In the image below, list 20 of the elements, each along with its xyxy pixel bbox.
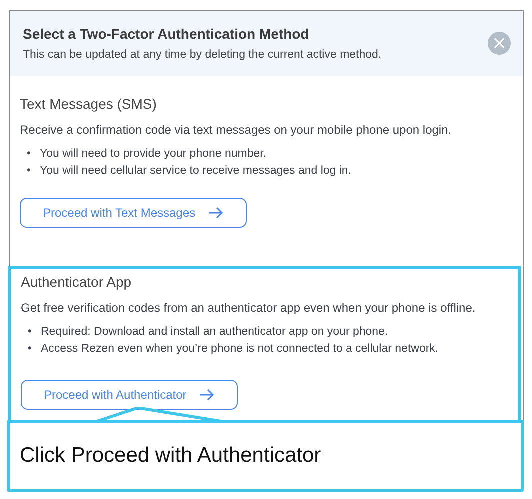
requirement-item: Required: Download and install an authenticator app on your phone. [41,325,388,340]
requirement-item: Access Rezen even when you’re phone is not connected to a cellular network. [41,342,439,357]
proceed-button[interactable]: Proceed with Authenticator [21,380,238,410]
bullet-marker: • [28,342,34,357]
bullet-marker: • [27,147,32,162]
arrow-right-icon [208,207,224,219]
method-title: Authenticator App [21,274,133,290]
requirement-item: You will need to provide your phone number. [40,147,267,162]
bullet-marker: • [27,164,32,179]
method-description: Get free verification codes from an authenticator app even when your phone is offline. [21,301,477,315]
method-title: Text Messages (SMS) [20,96,158,112]
close-button[interactable]: × [488,32,511,55]
callout-text: Click Proceed with Authenticator [20,444,322,468]
dialog-title: Select a Two-Factor Authentication Method [23,26,310,42]
arrow-right-icon [198,389,215,401]
dialog-subtitle: This can be updated at any time by deleting the current active method. [23,49,383,61]
proceed-button[interactable]: Proceed with Text Messages [20,198,247,228]
bullet-marker: • [28,325,34,340]
method-description: Receive a confirmation code via text messages on your mobile phone upon login. [20,123,453,137]
requirement-item: You will need cellular service to receive messages and log in. [40,164,352,179]
